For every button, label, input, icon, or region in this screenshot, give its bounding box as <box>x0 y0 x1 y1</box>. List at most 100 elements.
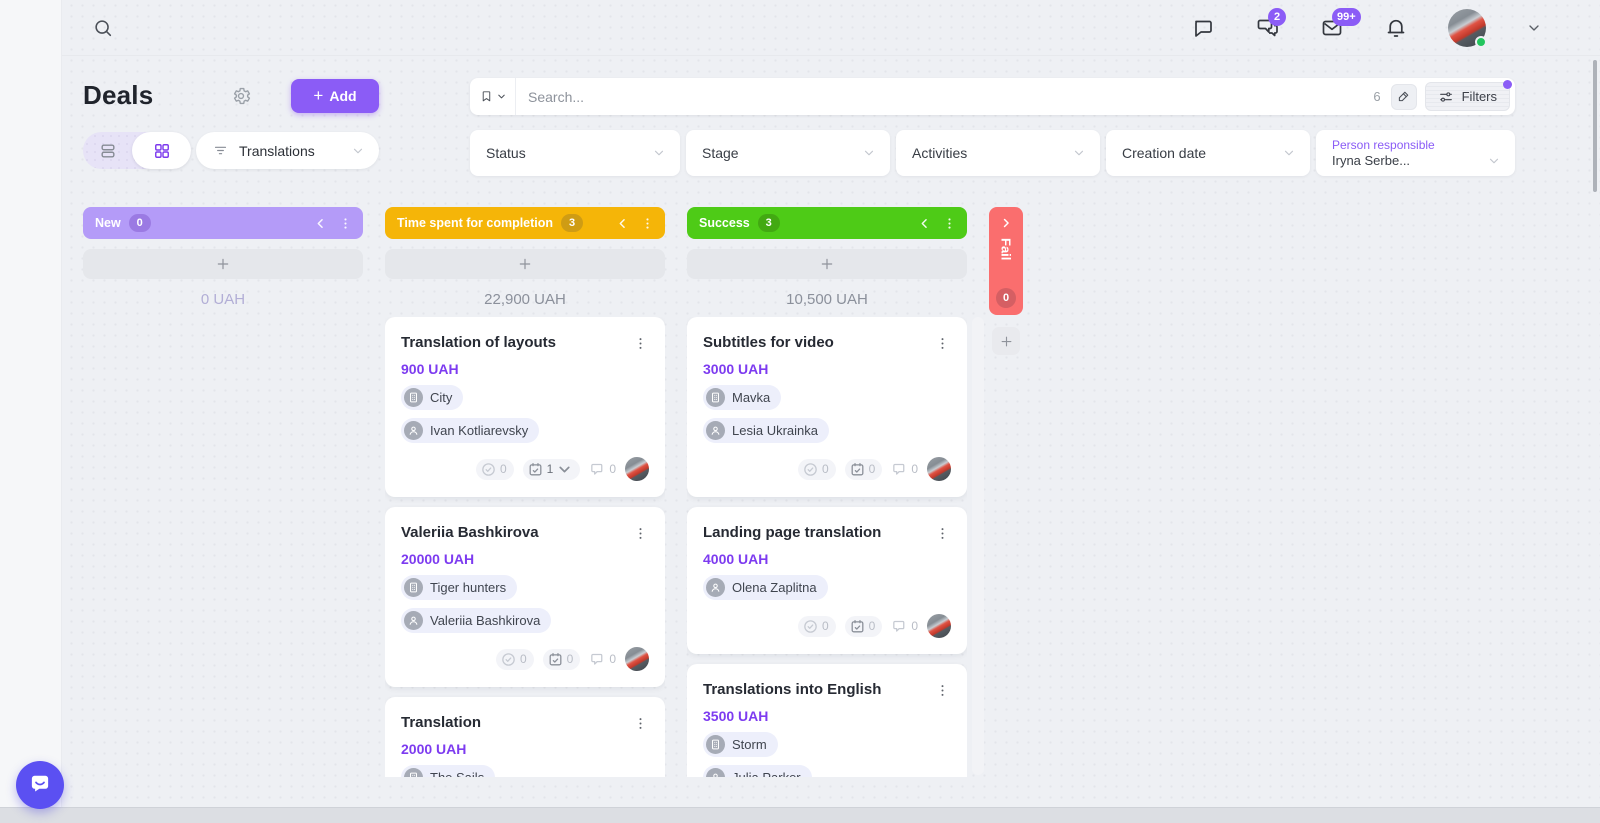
tasks-counter[interactable]: 0 <box>798 616 836 637</box>
add-stage-button[interactable] <box>992 327 1020 355</box>
mail-badge: 99+ <box>1332 8 1361 26</box>
filter-stage[interactable]: Stage <box>686 130 890 176</box>
support-chat-widget[interactable] <box>16 761 64 809</box>
collapse-column-icon[interactable] <box>917 216 932 231</box>
check-circle-icon <box>802 618 819 635</box>
assignee-avatar[interactable] <box>927 614 951 638</box>
comments-counter[interactable]: 0 <box>589 651 616 668</box>
card-list <box>83 317 363 777</box>
contact-name: Lesia Ukrainka <box>732 423 818 438</box>
gear-icon[interactable] <box>230 85 252 107</box>
comments-counter[interactable]: 0 <box>891 461 918 478</box>
bell-icon[interactable] <box>1384 16 1408 40</box>
filter-creation-date[interactable]: Creation date <box>1106 130 1310 176</box>
check-circle-icon <box>802 461 819 478</box>
column-header[interactable]: Time spent for completion 3 <box>385 207 665 239</box>
deal-card[interactable]: Translations into English 3500 UAH Storm… <box>687 664 967 777</box>
filters-active-dot <box>1503 80 1512 89</box>
chevron-down-icon <box>862 146 876 160</box>
card-menu-icon[interactable] <box>631 523 649 543</box>
fail-column-pill[interactable]: Fail 0 <box>989 207 1023 315</box>
mail-icon[interactable]: 99+ <box>1320 16 1344 40</box>
comments-counter[interactable]: 0 <box>891 618 918 635</box>
add-card-bar[interactable] <box>83 249 363 279</box>
column-name: Success <box>699 216 750 230</box>
comment-icon <box>891 461 908 478</box>
message-icon[interactable] <box>1192 16 1216 40</box>
card-menu-icon[interactable] <box>933 333 951 353</box>
deal-card[interactable]: Translation 2000 UAH The Sails <box>385 697 665 777</box>
card-menu-icon[interactable] <box>933 680 951 700</box>
deal-card[interactable]: Subtitles for video 3000 UAH Mavka Lesia… <box>687 317 967 497</box>
comment-icon <box>891 618 908 635</box>
assignee-avatar[interactable] <box>625 457 649 481</box>
column-menu-icon[interactable] <box>640 216 655 231</box>
add-card-bar[interactable] <box>687 249 967 279</box>
column-menu-icon[interactable] <box>942 216 957 231</box>
tasks-counter[interactable]: 0 <box>798 459 836 480</box>
filters-button[interactable]: Filters <box>1425 82 1510 111</box>
column-header[interactable]: New 0 <box>83 207 363 239</box>
filter-person-responsible[interactable]: Person responsible Iryna Serbe... <box>1316 130 1515 176</box>
view-toggle <box>83 132 191 169</box>
eraser-icon[interactable] <box>1391 84 1417 110</box>
filter-label: Stage <box>702 145 862 161</box>
column-name: Time spent for completion <box>397 216 553 230</box>
check-circle-icon <box>500 651 517 668</box>
card-menu-icon[interactable] <box>933 523 951 543</box>
add-deal-button[interactable]: + Add <box>291 79 379 113</box>
list-view-icon[interactable] <box>83 132 133 169</box>
search-input[interactable] <box>516 89 1373 105</box>
add-card-bar[interactable] <box>385 249 665 279</box>
chevron-down-icon <box>496 91 507 102</box>
comments-counter[interactable]: 0 <box>589 461 616 478</box>
activities-counter[interactable]: 0 <box>845 459 883 480</box>
column-scrollbar[interactable] <box>972 317 984 775</box>
activities-counter[interactable]: 0 <box>543 649 581 670</box>
page-title: Deals <box>83 80 153 111</box>
tasks-counter[interactable]: 0 <box>476 459 514 480</box>
board-view-icon[interactable] <box>132 132 191 169</box>
collapse-column-icon[interactable] <box>615 216 630 231</box>
pipeline-select[interactable]: Translations <box>196 132 379 169</box>
deal-card[interactable]: Translation of layouts 900 UAH City Ivan… <box>385 317 665 497</box>
building-icon <box>404 578 423 597</box>
assignee-avatar[interactable] <box>625 647 649 671</box>
saved-searches-button[interactable] <box>470 78 516 115</box>
search-bar: 6 Filters <box>470 78 1515 115</box>
card-menu-icon[interactable] <box>631 713 649 733</box>
column-sum: 0 UAH <box>83 291 363 309</box>
filter-activities[interactable]: Activities <box>896 130 1100 176</box>
check-circle-icon <box>480 461 497 478</box>
company-tag: City <box>401 385 463 410</box>
deal-card[interactable]: Valeriia Bashkirova 20000 UAH Tiger hunt… <box>385 507 665 687</box>
plus-icon: + <box>313 86 323 106</box>
page-scrollbar[interactable] <box>1593 60 1597 192</box>
search-icon[interactable] <box>92 17 114 39</box>
column-sum: 10,500 UAH <box>687 291 967 309</box>
bookmark-icon <box>479 89 494 104</box>
calendar-icon <box>849 461 866 478</box>
person-icon <box>706 421 725 440</box>
chevron-down-icon[interactable] <box>1526 20 1542 36</box>
activities-counter[interactable]: 1 <box>523 459 581 480</box>
collapse-column-icon[interactable] <box>313 216 328 231</box>
deal-amount: 3000 UAH <box>703 361 951 377</box>
column-sum: 22,900 UAH <box>385 291 665 309</box>
column-count-badge: 3 <box>758 214 780 232</box>
filter-status[interactable]: Status <box>470 130 680 176</box>
plus-icon <box>517 256 533 272</box>
card-menu-icon[interactable] <box>631 333 649 353</box>
activities-counter[interactable]: 0 <box>845 616 883 637</box>
contact-tag: Julia Parker <box>703 765 812 777</box>
tasks-counter[interactable]: 0 <box>496 649 534 670</box>
company-tag: Tiger hunters <box>401 575 517 600</box>
assignee-avatar[interactable] <box>927 457 951 481</box>
filter-label: Creation date <box>1122 145 1282 161</box>
deal-card[interactable]: Landing page translation 4000 UAH Olena … <box>687 507 967 654</box>
column-menu-icon[interactable] <box>338 216 353 231</box>
group-chat-icon[interactable]: 2 <box>1256 16 1280 40</box>
column-header[interactable]: Success 3 <box>687 207 967 239</box>
avatar[interactable] <box>1448 9 1486 47</box>
chevron-down-icon <box>1072 146 1086 160</box>
